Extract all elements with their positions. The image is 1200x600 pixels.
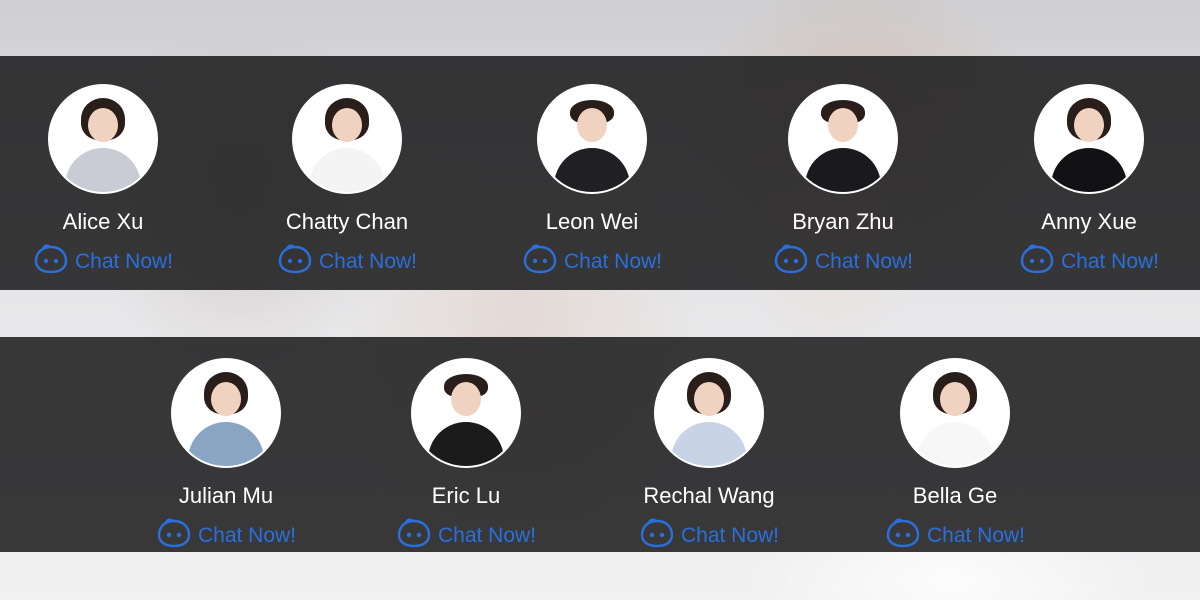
agent-card: Leon Wei Chat Now! <box>492 84 692 279</box>
agent-name: Anny Xue <box>1041 209 1137 234</box>
agent-avatar[interactable] <box>48 84 158 194</box>
agent-name: Rechal Wang <box>643 483 775 508</box>
chat-bubble-icon <box>277 244 313 279</box>
agent-card: Julian Mu Chat Now! <box>126 358 326 553</box>
agent-card: Anny Xue Chat Now! <box>989 84 1189 279</box>
chat-now-button[interactable]: Chat Now! <box>396 518 536 553</box>
agent-avatar[interactable] <box>1034 84 1144 194</box>
chat-now-button[interactable]: Chat Now! <box>522 244 662 279</box>
agent-name: Julian Mu <box>178 483 274 508</box>
chat-bubble-icon <box>885 518 921 553</box>
agent-name: Leon Wei <box>545 209 639 234</box>
chat-now-button[interactable]: Chat Now! <box>773 244 913 279</box>
chat-now-button[interactable]: Chat Now! <box>639 518 779 553</box>
agent-card: Rechal Wang Chat Now! <box>609 358 809 553</box>
agent-name: Chatty Chan <box>285 209 409 234</box>
chat-now-label: Chat Now! <box>318 249 418 273</box>
agent-avatar[interactable] <box>654 358 764 468</box>
chat-bubble-icon <box>33 244 69 279</box>
chat-bubble-icon <box>522 244 558 279</box>
chat-now-label: Chat Now! <box>197 523 297 547</box>
chat-now-label: Chat Now! <box>74 249 174 273</box>
agent-card: Bella Ge Chat Now! <box>855 358 1055 553</box>
agent-name: Bella Ge <box>912 483 998 508</box>
chat-now-button[interactable]: Chat Now! <box>885 518 1025 553</box>
agent-card: Chatty Chan Chat Now! <box>247 84 447 279</box>
agent-card: Eric Lu Chat Now! <box>366 358 566 553</box>
agent-avatar[interactable] <box>788 84 898 194</box>
agent-name: Alice Xu <box>62 209 144 234</box>
agent-avatar[interactable] <box>411 358 521 468</box>
agent-name: Eric Lu <box>431 483 501 508</box>
chat-bubble-icon <box>156 518 192 553</box>
chat-now-label: Chat Now! <box>437 523 537 547</box>
agent-name: Bryan Zhu <box>792 209 894 234</box>
chat-now-button[interactable]: Chat Now! <box>277 244 417 279</box>
chat-bubble-icon <box>396 518 432 553</box>
chat-now-button[interactable]: Chat Now! <box>1019 244 1159 279</box>
chat-now-button[interactable]: Chat Now! <box>156 518 296 553</box>
chat-now-label: Chat Now! <box>680 523 780 547</box>
agent-avatar[interactable] <box>900 358 1010 468</box>
chat-now-label: Chat Now! <box>814 249 914 273</box>
chat-now-label: Chat Now! <box>926 523 1026 547</box>
chat-now-label: Chat Now! <box>563 249 663 273</box>
chat-bubble-icon <box>773 244 809 279</box>
agent-avatar[interactable] <box>292 84 402 194</box>
chat-now-button[interactable]: Chat Now! <box>33 244 173 279</box>
agent-avatar[interactable] <box>537 84 647 194</box>
agent-card: Bryan Zhu Chat Now! <box>743 84 943 279</box>
agent-avatar[interactable] <box>171 358 281 468</box>
chat-bubble-icon <box>1019 244 1055 279</box>
agent-card: Alice Xu Chat Now! <box>3 84 203 279</box>
chat-now-label: Chat Now! <box>1060 249 1160 273</box>
chat-bubble-icon <box>639 518 675 553</box>
